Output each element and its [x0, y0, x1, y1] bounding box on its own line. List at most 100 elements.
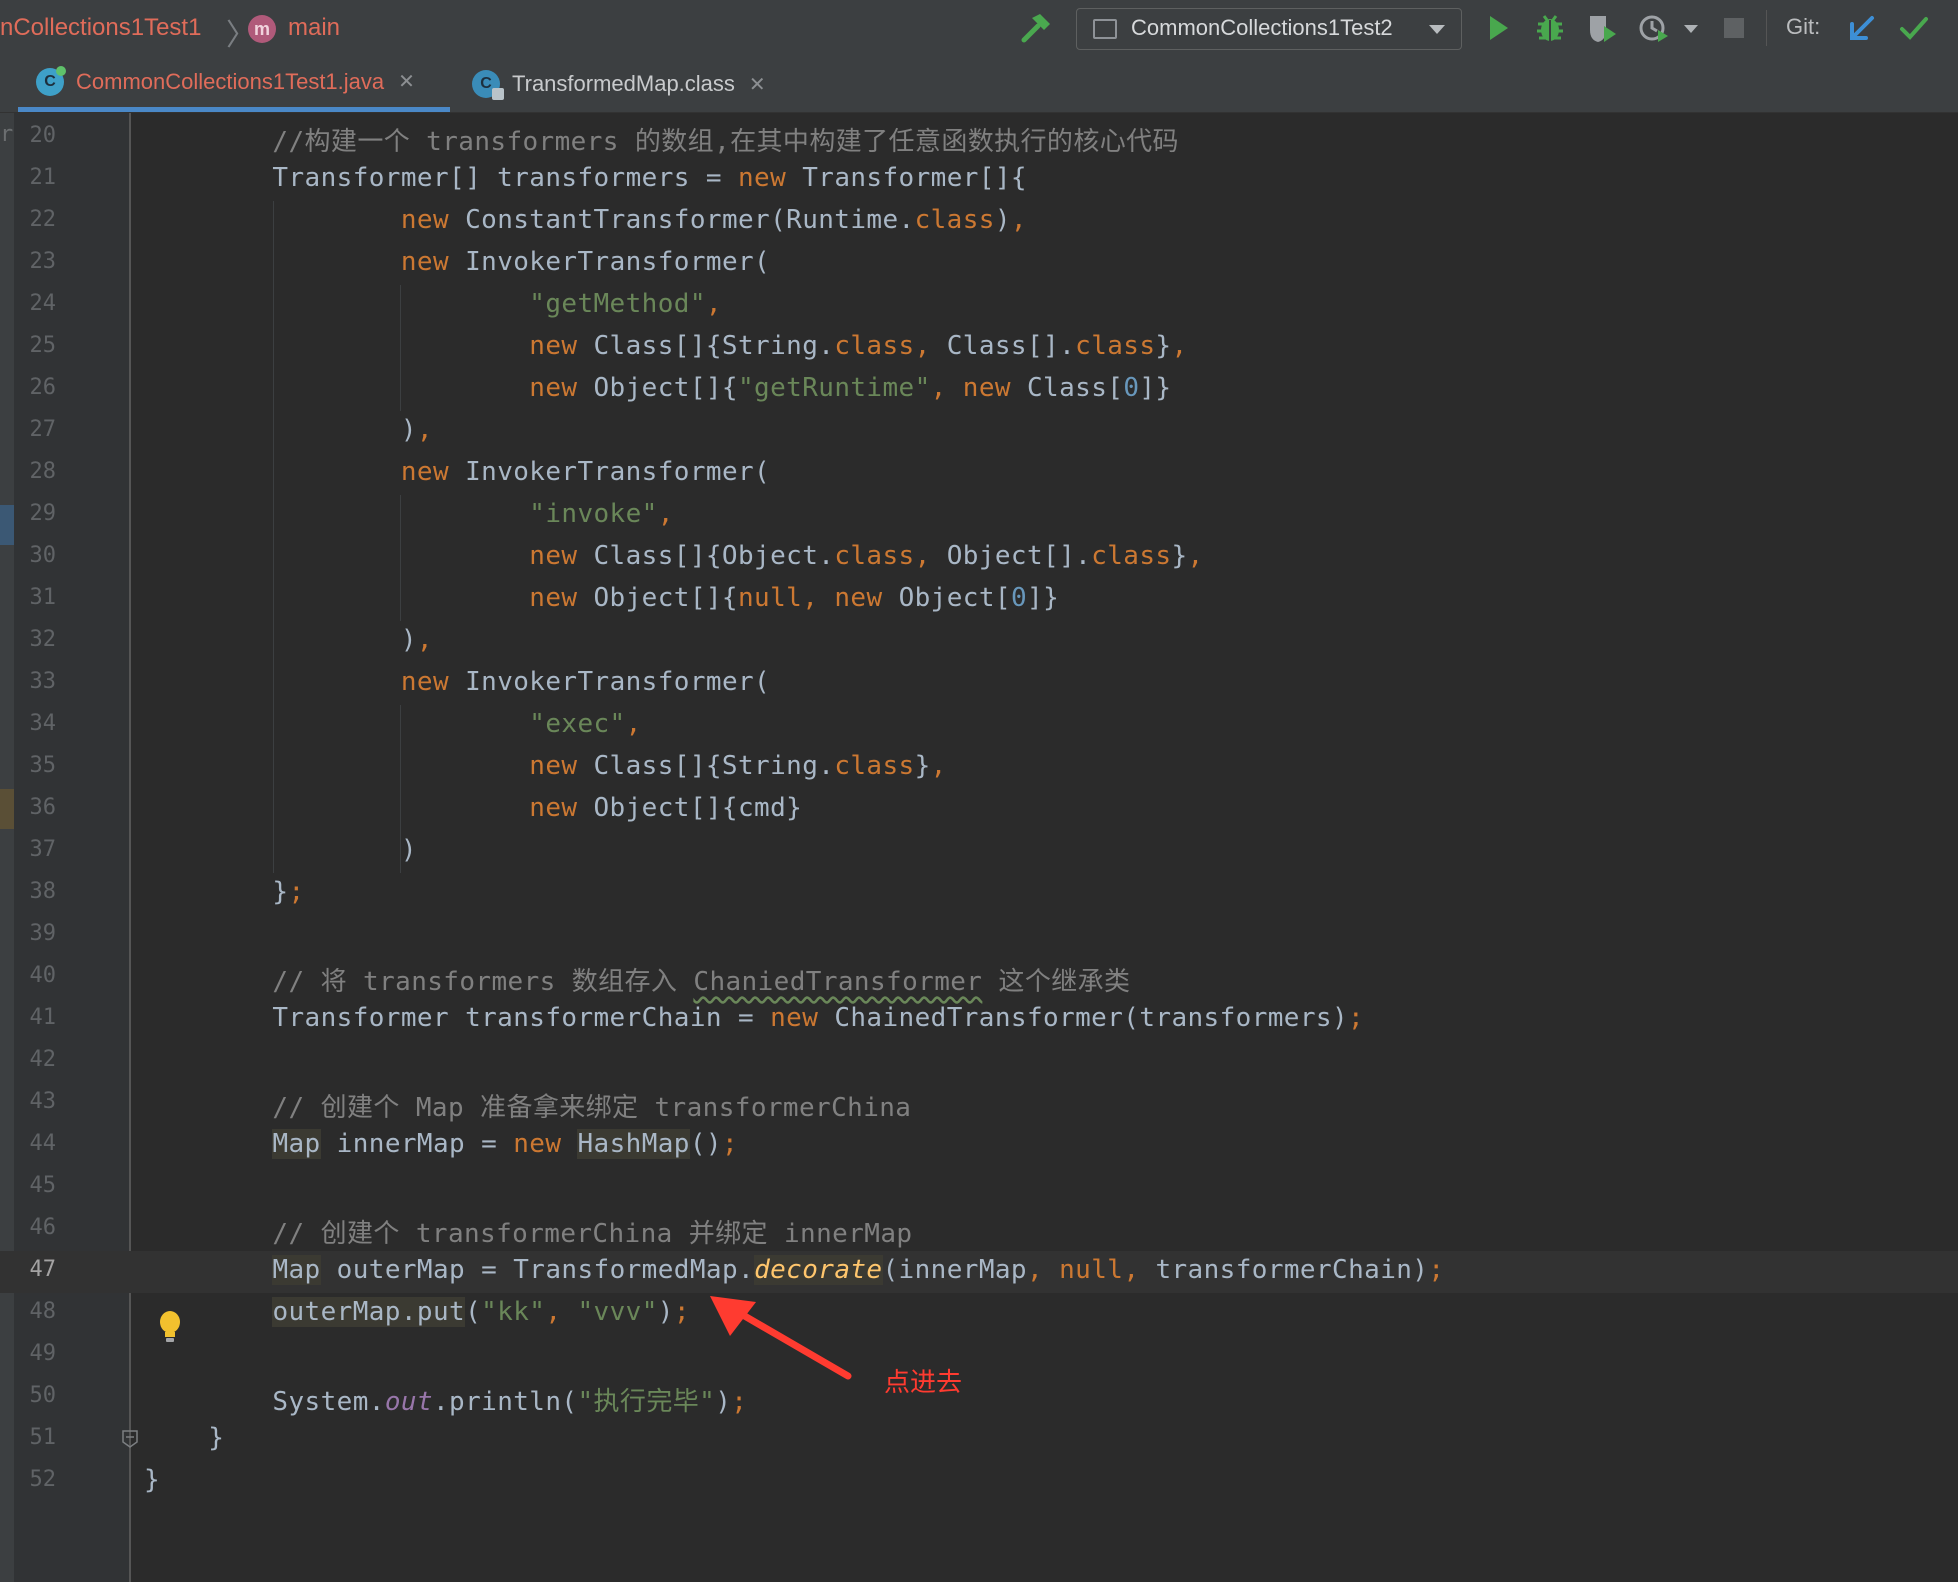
code-editor[interactable]: 20 //构建一个 transformers 的数组,在其中构建了任意函数执行的… [0, 113, 1958, 1582]
code-line[interactable]: 40 // 将 transformers 数组存入 ChaniedTransfo… [0, 957, 1958, 999]
code-line[interactable]: 36 new Object[]{cmd} [0, 789, 1958, 831]
code-text[interactable]: "getMethod", [144, 289, 722, 319]
code-line[interactable]: 29 "invoke", [0, 495, 1958, 537]
line-number[interactable]: 27 [14, 417, 57, 442]
line-number[interactable]: 28 [14, 459, 57, 484]
breadcrumb-method[interactable]: main [288, 0, 340, 56]
code-text[interactable]: ), [144, 625, 433, 655]
code-text[interactable]: //构建一个 transformers 的数组,在其中构建了任意函数执行的核心代… [144, 121, 1179, 158]
code-line[interactable]: 47 Map outerMap = TransformedMap.decorat… [0, 1251, 1958, 1293]
line-number[interactable]: 50 [14, 1383, 57, 1408]
code-text[interactable]: new Class[]{Object.class, Object[].class… [144, 541, 1204, 571]
lightbulb-intention-icon[interactable] [158, 1310, 182, 1344]
line-number[interactable]: 22 [14, 207, 57, 232]
code-line[interactable]: 33 new InvokerTransformer( [0, 663, 1958, 705]
line-number[interactable]: 26 [14, 375, 57, 400]
code-line[interactable]: 34 "exec", [0, 705, 1958, 747]
more-run-options-chevron-icon[interactable] [1684, 25, 1698, 33]
code-text[interactable]: new InvokerTransformer( [144, 667, 770, 697]
code-text[interactable]: } [144, 1423, 224, 1453]
line-number[interactable]: 30 [14, 543, 57, 568]
code-text[interactable]: Transformer[] transformers = new Transfo… [144, 163, 1027, 193]
code-text[interactable]: new InvokerTransformer( [144, 247, 770, 277]
line-number[interactable]: 42 [14, 1047, 57, 1072]
git-commit-check-icon[interactable] [1896, 10, 1932, 46]
code-text[interactable]: // 创建个 Map 准备拿来绑定 transformerChina [144, 1087, 911, 1124]
code-line[interactable]: 41 Transformer transformerChain = new Ch… [0, 999, 1958, 1041]
line-number[interactable]: 31 [14, 585, 57, 610]
code-line[interactable]: 51 } [0, 1419, 1958, 1461]
code-line[interactable]: 50 System.out.println("执行完毕"); [0, 1377, 1958, 1419]
code-line[interactable]: 22 new ConstantTransformer(Runtime.class… [0, 201, 1958, 243]
line-number[interactable]: 51 [14, 1425, 57, 1450]
code-line[interactable]: 37 ) [0, 831, 1958, 873]
code-line[interactable]: 42 [0, 1041, 1958, 1083]
code-line[interactable]: 48 outerMap.put("kk", "vvv"); [0, 1293, 1958, 1335]
line-number[interactable]: 25 [14, 333, 57, 358]
code-line[interactable]: 31 new Object[]{null, new Object[0]} [0, 579, 1958, 621]
line-number[interactable]: 23 [14, 249, 57, 274]
code-line[interactable]: 46 // 创建个 transformerChina 并绑定 innerMap [0, 1209, 1958, 1251]
code-line[interactable]: 27 ), [0, 411, 1958, 453]
code-line[interactable]: 20 //构建一个 transformers 的数组,在其中构建了任意函数执行的… [0, 117, 1958, 159]
code-text[interactable]: "exec", [144, 709, 642, 739]
line-number[interactable]: 44 [14, 1131, 57, 1156]
line-number[interactable]: 35 [14, 753, 57, 778]
code-line[interactable]: 44 Map innerMap = new HashMap(); [0, 1125, 1958, 1167]
code-line[interactable]: 35 new Class[]{String.class}, [0, 747, 1958, 789]
line-number[interactable]: 49 [14, 1341, 57, 1366]
code-line[interactable]: 21 Transformer[] transformers = new Tran… [0, 159, 1958, 201]
close-icon[interactable]: ✕ [398, 69, 415, 94]
line-number[interactable]: 52 [14, 1467, 57, 1492]
code-text[interactable]: outerMap.put("kk", "vvv"); [144, 1297, 690, 1327]
line-number[interactable]: 48 [14, 1299, 57, 1324]
tab-transformedmap-class[interactable]: C TransformedMap.class ✕ [454, 56, 794, 112]
fold-marker-icon[interactable] [122, 1430, 138, 1448]
code-text[interactable]: // 创建个 transformerChina 并绑定 innerMap [144, 1213, 912, 1250]
code-text[interactable]: }; [144, 877, 305, 907]
breadcrumb-project[interactable]: nCollections1Test1 [0, 0, 201, 56]
build-hammer-icon[interactable] [1018, 10, 1054, 46]
code-text[interactable]: // 将 transformers 数组存入 ChaniedTransforme… [144, 961, 1130, 998]
code-text[interactable]: new Object[]{null, new Object[0]} [144, 583, 1059, 613]
line-number[interactable]: 29 [14, 501, 57, 526]
line-number[interactable]: 39 [14, 921, 57, 946]
code-text[interactable]: new Class[]{String.class}, [144, 751, 947, 781]
line-number[interactable]: 46 [14, 1215, 57, 1240]
run-icon[interactable] [1480, 10, 1516, 46]
line-number[interactable]: 20 [14, 123, 57, 148]
line-number[interactable]: 47 [14, 1257, 57, 1282]
tab-commoncollections1test1-java[interactable]: C CommonCollections1Test1.java ✕ [18, 56, 450, 112]
code-line[interactable]: 24 "getMethod", [0, 285, 1958, 327]
profiler-clock-icon[interactable] [1636, 10, 1672, 46]
code-line[interactable]: 23 new InvokerTransformer( [0, 243, 1958, 285]
code-line[interactable]: 49 [0, 1335, 1958, 1377]
line-number[interactable]: 36 [14, 795, 57, 820]
line-number[interactable]: 33 [14, 669, 57, 694]
run-configuration-dropdown[interactable]: CommonCollections1Test2 [1076, 8, 1462, 50]
code-text[interactable]: ), [144, 415, 433, 445]
code-text[interactable]: new InvokerTransformer( [144, 457, 770, 487]
code-line[interactable]: 30 new Class[]{Object.class, Object[].cl… [0, 537, 1958, 579]
code-text[interactable]: ) [144, 835, 417, 865]
code-line[interactable]: 39 [0, 915, 1958, 957]
code-line[interactable]: 43 // 创建个 Map 准备拿来绑定 transformerChina [0, 1083, 1958, 1125]
code-line[interactable]: 38 }; [0, 873, 1958, 915]
line-number[interactable]: 32 [14, 627, 57, 652]
code-line[interactable]: 28 new InvokerTransformer( [0, 453, 1958, 495]
coverage-shield-icon[interactable] [1584, 10, 1620, 46]
line-number[interactable]: 34 [14, 711, 57, 736]
stop-icon[interactable] [1724, 18, 1744, 38]
line-number[interactable]: 41 [14, 1005, 57, 1030]
code-text[interactable]: new Object[]{cmd} [144, 793, 802, 823]
code-text[interactable]: } [144, 1465, 160, 1495]
line-number[interactable]: 43 [14, 1089, 57, 1114]
line-number[interactable]: 38 [14, 879, 57, 904]
code-line[interactable]: 26 new Object[]{"getRuntime", new Class[… [0, 369, 1958, 411]
code-text[interactable]: Map innerMap = new HashMap(); [144, 1129, 738, 1159]
debug-bug-icon[interactable] [1532, 10, 1568, 46]
code-text[interactable]: new Class[]{String.class, Class[].class}… [144, 331, 1188, 361]
line-number[interactable]: 40 [14, 963, 57, 988]
git-update-arrow-icon[interactable] [1844, 10, 1880, 46]
code-line[interactable]: 45 [0, 1167, 1958, 1209]
